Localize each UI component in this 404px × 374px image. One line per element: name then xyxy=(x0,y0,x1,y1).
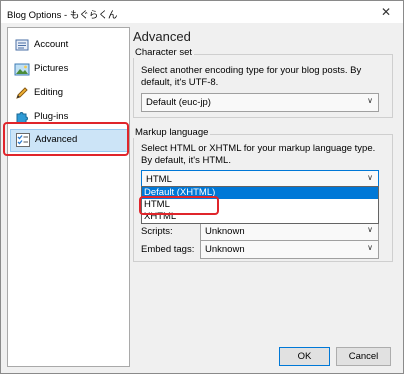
chevron-down-icon: ∨ xyxy=(367,225,373,234)
pencil-icon xyxy=(16,87,28,99)
account-card-icon xyxy=(15,39,29,51)
sidebar-item-editing[interactable]: Editing xyxy=(10,83,127,103)
close-icon[interactable]: ✕ xyxy=(377,4,395,20)
title-bar: Blog Options - もぐらくん ✕ xyxy=(1,1,403,23)
sidebar-item-account[interactable]: Account xyxy=(10,35,127,55)
charset-description: Select another encoding type for your bl… xyxy=(141,65,362,88)
embed-tags-select[interactable]: Unknown ∨ xyxy=(200,240,379,259)
markup-select-value: HTML xyxy=(146,174,172,185)
annotation-highlight-advanced xyxy=(3,122,129,156)
window-title: Blog Options - もぐらくん xyxy=(7,10,118,21)
scripts-select-value: Unknown xyxy=(205,226,245,237)
sidebar-item-label: Pictures xyxy=(34,63,69,74)
sidebar-item-label: Account xyxy=(34,39,69,50)
sidebar-item-label: Editing xyxy=(34,87,64,98)
markup-group-label: Markup language xyxy=(133,127,211,138)
picture-icon xyxy=(14,63,30,76)
charset-select-value: Default (euc-jp) xyxy=(146,97,211,108)
embed-tags-select-value: Unknown xyxy=(205,244,245,255)
embed-tags-label: Embed tags: xyxy=(141,244,195,255)
chevron-down-icon: ∨ xyxy=(367,173,373,182)
charset-select[interactable]: Default (euc-jp) ∨ xyxy=(141,93,379,112)
sidebar: Account Pictures Editing Plug-ins Advanc… xyxy=(7,27,130,367)
sidebar-item-label: Plug-ins xyxy=(34,111,69,122)
chevron-down-icon: ∨ xyxy=(367,96,373,105)
chevron-down-icon: ∨ xyxy=(367,243,373,252)
sidebar-item-pictures[interactable]: Pictures xyxy=(10,59,127,79)
scripts-label: Scripts: xyxy=(141,226,173,237)
ok-button[interactable]: OK xyxy=(279,347,330,366)
cancel-button[interactable]: Cancel xyxy=(336,347,391,366)
markup-description: Select HTML or XHTML for your markup lan… xyxy=(141,143,376,166)
page-title: Advanced xyxy=(133,29,191,44)
scripts-select[interactable]: Unknown ∨ xyxy=(200,222,379,241)
annotation-highlight-html-option xyxy=(139,196,219,215)
charset-group-label: Character set xyxy=(133,47,195,58)
